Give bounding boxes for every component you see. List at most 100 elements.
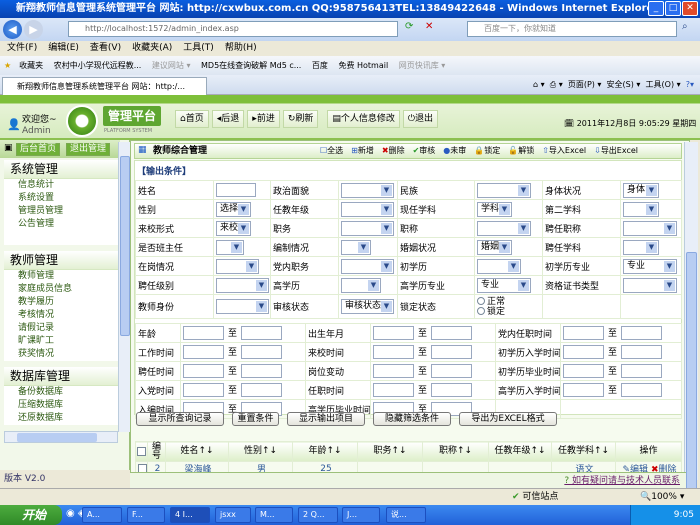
field-select[interactable]: ▼: [216, 258, 259, 274]
export-excel-button[interactable]: 导出为EXCEL格式: [459, 412, 557, 426]
forward-icon[interactable]: ▶: [24, 20, 43, 39]
nav-home[interactable]: ⌂首页: [175, 110, 209, 128]
range-from-input[interactable]: [373, 383, 414, 398]
range-from-input[interactable]: [563, 326, 604, 341]
range-from-input[interactable]: [563, 345, 604, 360]
hide-filter-button[interactable]: 隐藏筛选条件: [373, 412, 451, 426]
fav-link[interactable]: 农村中小学现代远程教...: [54, 61, 142, 70]
range-from-input[interactable]: [183, 383, 224, 398]
range-to-input[interactable]: [241, 364, 283, 379]
favorites-button[interactable]: 收藏夹: [19, 61, 43, 70]
sidebar-item[interactable]: 备份数据库: [4, 386, 118, 399]
menu-file[interactable]: 文件(F): [7, 43, 37, 53]
sidebar-item[interactable]: 公告管理: [4, 218, 118, 231]
menu-tools[interactable]: 工具(T): [183, 43, 214, 53]
nav-back[interactable]: ◂后退: [211, 110, 245, 128]
close-button[interactable]: ✕: [682, 1, 698, 16]
address-input[interactable]: http://localhost:1572/admin_index.asp: [68, 21, 398, 37]
menu-favorites[interactable]: 收藏夹(A): [132, 43, 172, 53]
field-select[interactable]: ▼: [341, 182, 394, 198]
field-select[interactable]: 来校 ▼: [216, 220, 251, 236]
range-to-input[interactable]: [431, 364, 473, 379]
sidebar-item[interactable]: 管理员管理: [4, 205, 118, 218]
field-select[interactable]: ▼: [216, 277, 269, 293]
column-header[interactable]: 职称↑↓: [422, 441, 489, 462]
start-button[interactable]: 开始: [0, 505, 62, 525]
taskbar-item[interactable]: J...: [342, 507, 380, 523]
fav-link[interactable]: 网页快讯库 ▾: [399, 61, 446, 70]
range-to-input[interactable]: [241, 326, 283, 341]
maximize-button[interactable]: □: [665, 1, 681, 16]
admin-home-button[interactable]: 后台首页: [16, 143, 61, 156]
sidebar-item[interactable]: 旷课旷工: [4, 335, 118, 348]
show-records-button[interactable]: 显示所查询记录: [136, 412, 224, 426]
page-menu[interactable]: 页面(P) ▾: [568, 80, 602, 89]
import-excel-button[interactable]: ⇧导入Excel: [542, 144, 586, 158]
lock-button[interactable]: 🔒锁定: [474, 144, 500, 158]
field-select[interactable]: ▼: [341, 201, 394, 217]
logout-button[interactable]: 退出管理: [66, 143, 111, 156]
sidebar-group-title[interactable]: 系统管理: [4, 160, 118, 179]
reset-button[interactable]: 重置条件: [232, 412, 279, 426]
fav-link[interactable]: 百度: [312, 61, 328, 70]
field-select[interactable]: 选择 ▼: [216, 201, 251, 217]
radio-option[interactable]: 锁定: [477, 307, 505, 317]
menu-view[interactable]: 查看(V): [90, 43, 121, 53]
main-scrollbar[interactable]: [684, 142, 698, 492]
unlock-button[interactable]: 🔓解锁: [508, 144, 534, 158]
field-select[interactable]: ▼: [216, 239, 244, 255]
field-select[interactable]: ▼: [341, 277, 381, 293]
sidebar-hscrollbar[interactable]: [4, 431, 118, 443]
help-icon[interactable]: ?▾: [686, 80, 694, 89]
field-select[interactable]: ▼: [623, 277, 677, 293]
taskbar-item[interactable]: 说...: [386, 507, 426, 523]
search-input[interactable]: 百度一下，你就知道: [467, 21, 677, 37]
taskbar-item[interactable]: 2 Q...: [298, 507, 338, 523]
field-select[interactable]: 婚姻 ▼: [477, 239, 512, 255]
export-excel-button[interactable]: ⇩导出Excel: [594, 144, 638, 158]
field-select[interactable]: ▼: [623, 239, 659, 255]
column-header[interactable]: 性别↑↓: [228, 441, 293, 462]
range-from-input[interactable]: [183, 326, 224, 341]
field-select[interactable]: ▼: [477, 258, 521, 274]
field-select[interactable]: ▼: [216, 299, 269, 314]
sidebar-item[interactable]: 系统设置: [4, 192, 118, 205]
column-header[interactable]: 任教学科↑↓: [551, 441, 616, 462]
field-select[interactable]: 身体 ▼: [623, 182, 659, 198]
field-select[interactable]: ▼: [477, 220, 531, 236]
range-from-input[interactable]: [373, 345, 414, 360]
nav-refresh[interactable]: ↻刷新: [282, 110, 319, 128]
field-select[interactable]: 学科 ▼: [477, 201, 512, 217]
sidebar-item[interactable]: 请假记录: [4, 322, 118, 335]
nav-forward[interactable]: ▸前进: [247, 110, 280, 128]
range-to-input[interactable]: [431, 383, 473, 398]
browser-tab[interactable]: 新翔教师信息管理系统管理平台 网站：http:/...: [2, 77, 207, 95]
field-select[interactable]: ▼: [341, 258, 394, 274]
range-to-input[interactable]: [621, 364, 663, 379]
field-select[interactable]: 专业 ▼: [623, 258, 677, 274]
field-select[interactable]: ▼: [477, 182, 531, 198]
select-all-button[interactable]: ☐全选: [320, 144, 343, 158]
taskbar-item[interactable]: 4 I...: [170, 507, 210, 523]
column-header[interactable]: 姓名↑↓: [165, 441, 229, 462]
fav-link[interactable]: MD5在线查询破解 Md5 c...: [201, 61, 301, 70]
fav-link[interactable]: 免费 Hotmail: [338, 61, 388, 70]
nav-logout[interactable]: ⏻退出: [402, 110, 439, 128]
stop-icon[interactable]: ✕: [425, 21, 433, 32]
range-from-input[interactable]: [373, 326, 414, 341]
delete-button[interactable]: ✖删除: [382, 144, 405, 158]
column-header[interactable]: 年龄↑↓: [292, 441, 358, 462]
range-from-input[interactable]: [563, 364, 604, 379]
sidebar-group-title[interactable]: 数据库管理: [4, 367, 118, 386]
sidebar-item[interactable]: 信息统计: [4, 179, 118, 192]
show-output-button[interactable]: 显示输出项目: [287, 412, 365, 426]
sidebar-group-title[interactable]: 教师管理: [4, 251, 118, 270]
column-header[interactable]: 任教年级↑↓: [488, 441, 552, 462]
field-select[interactable]: 专业 ▼: [477, 277, 531, 293]
select-all-checkbox[interactable]: [135, 441, 148, 462]
range-to-input[interactable]: [621, 345, 663, 360]
zoom-level[interactable]: 🔍100% ▾: [640, 489, 684, 506]
nav-profile[interactable]: ▤个人信息修改: [327, 110, 400, 128]
sidebar-item[interactable]: 家庭成员信息: [4, 283, 118, 296]
minimize-button[interactable]: _: [648, 1, 664, 16]
